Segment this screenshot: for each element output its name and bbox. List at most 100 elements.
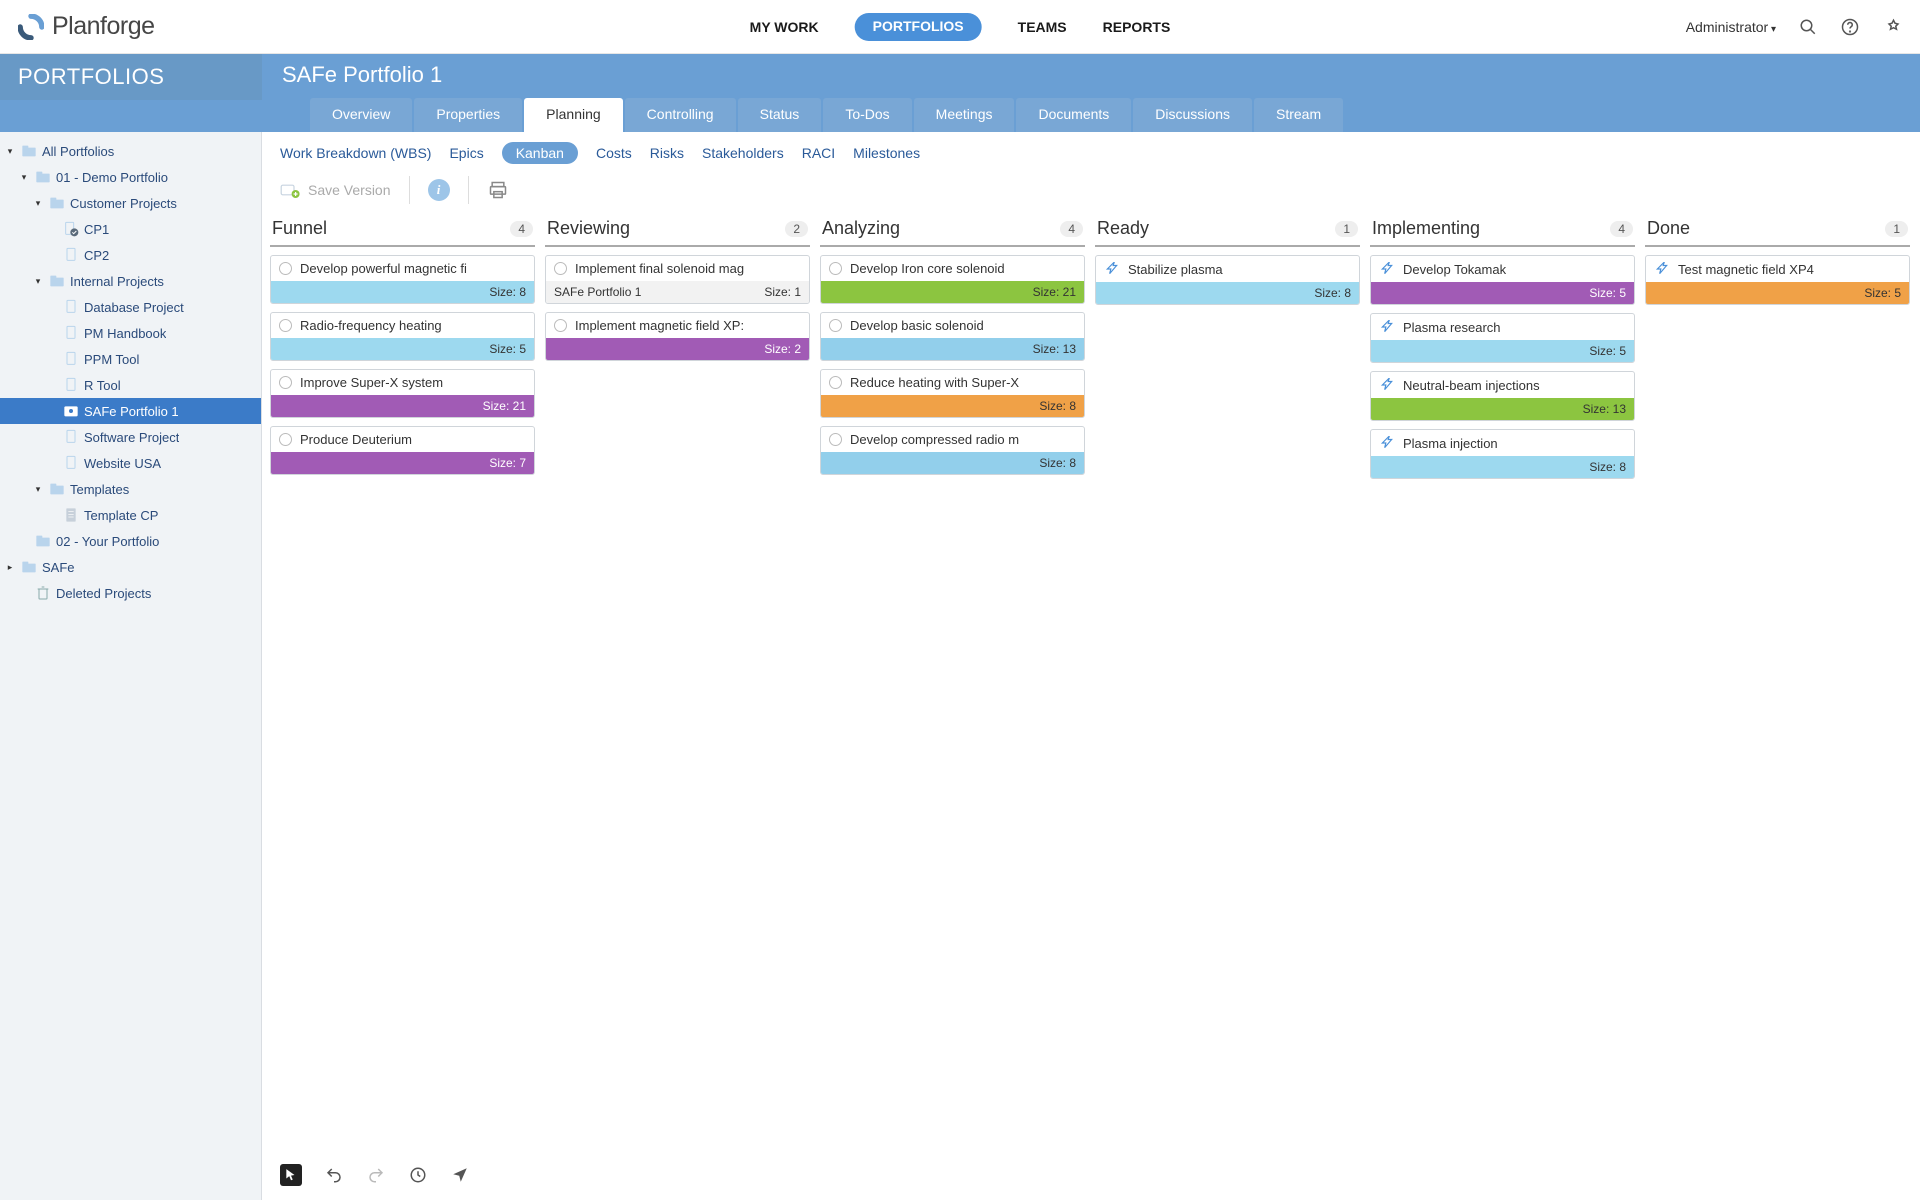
tree-item-database-project[interactable]: Database Project: [0, 294, 261, 320]
innertab-costs[interactable]: Costs: [596, 142, 632, 164]
innertab-work-breakdown-wbs-[interactable]: Work Breakdown (WBS): [280, 142, 431, 164]
card-footer: Size: 8: [1096, 282, 1359, 304]
tree-item-pm-handbook[interactable]: PM Handbook: [0, 320, 261, 346]
user-menu[interactable]: Administrator: [1686, 19, 1776, 35]
subtab-meetings[interactable]: Meetings: [914, 98, 1015, 132]
tree-item-all-portfolios[interactable]: ▾All Portfolios: [0, 138, 261, 164]
nav-teams[interactable]: TEAMS: [1018, 13, 1067, 41]
save-version-button[interactable]: Save Version: [280, 182, 391, 198]
epic-icon: [1379, 435, 1395, 451]
tree-item-template-cp[interactable]: Template CP: [0, 502, 261, 528]
subtab-status[interactable]: Status: [738, 98, 822, 132]
cursor-icon[interactable]: [280, 1164, 302, 1186]
tree-item-deleted-projects[interactable]: Deleted Projects: [0, 580, 261, 606]
innertab-stakeholders[interactable]: Stakeholders: [702, 142, 784, 164]
tree-toggle-icon[interactable]: ▾: [4, 146, 16, 157]
column-header: Analyzing4: [820, 214, 1085, 247]
tree-item-02-your-portfolio[interactable]: 02 - Your Portfolio: [0, 528, 261, 554]
refresh-icon[interactable]: [408, 1165, 428, 1185]
kanban-card[interactable]: Stabilize plasmaSize: 8: [1095, 255, 1360, 305]
separator: [409, 176, 410, 204]
card-footer: Size: 13: [1371, 398, 1634, 420]
innertab-epics[interactable]: Epics: [449, 142, 483, 164]
nav-portfolios[interactable]: PORTFOLIOS: [855, 13, 982, 41]
kanban-card[interactable]: Develop powerful magnetic fiSize: 8: [270, 255, 535, 304]
tree-toggle-icon[interactable]: ▸: [4, 562, 16, 573]
tree-item-website-usa[interactable]: Website USA: [0, 450, 261, 476]
innertab-kanban[interactable]: Kanban: [502, 142, 578, 164]
tree-item-ppm-tool[interactable]: PPM Tool: [0, 346, 261, 372]
kanban-card[interactable]: Plasma injectionSize: 8: [1370, 429, 1635, 479]
tree-item-cp1[interactable]: CP1: [0, 216, 261, 242]
send-icon[interactable]: [450, 1165, 470, 1185]
subtab-properties[interactable]: Properties: [414, 98, 522, 132]
tree-toggle-icon[interactable]: ▾: [32, 198, 44, 209]
tree-item-01-demo-portfolio[interactable]: ▾01 - Demo Portfolio: [0, 164, 261, 190]
status-dot-icon: [279, 262, 292, 275]
subtab-discussions[interactable]: Discussions: [1133, 98, 1252, 132]
subtab-stream[interactable]: Stream: [1254, 98, 1343, 132]
tree-label: PM Handbook: [84, 326, 166, 341]
card-title: Develop Iron core solenoid: [850, 261, 1005, 276]
card-footer: Size: 2: [546, 338, 809, 360]
column-header: Done1: [1645, 214, 1910, 247]
search-icon[interactable]: [1798, 17, 1818, 37]
tree-item-customer-projects[interactable]: ▾Customer Projects: [0, 190, 261, 216]
tree-doc-icon: [62, 377, 80, 393]
epic-icon: [1379, 319, 1395, 335]
innertab-raci[interactable]: RACI: [802, 142, 835, 164]
tree-item-safe-portfolio-1[interactable]: SAFe Portfolio 1: [0, 398, 261, 424]
kanban-card[interactable]: Radio-frequency heatingSize: 5: [270, 312, 535, 361]
subtab-to-dos[interactable]: To-Dos: [823, 98, 911, 132]
tree-folder-icon: [20, 143, 38, 159]
tree-item-templates[interactable]: ▾Templates: [0, 476, 261, 502]
nav-reports[interactable]: REPORTS: [1103, 13, 1171, 41]
tree-toggle-icon[interactable]: ▾: [32, 484, 44, 495]
tree-item-internal-projects[interactable]: ▾Internal Projects: [0, 268, 261, 294]
card-size: Size: 8: [489, 285, 526, 299]
kanban-card[interactable]: Develop basic solenoidSize: 13: [820, 312, 1085, 361]
kanban-card[interactable]: Produce DeuteriumSize: 7: [270, 426, 535, 475]
tree-doc-icon: [62, 351, 80, 367]
tree-item-r-tool[interactable]: R Tool: [0, 372, 261, 398]
kanban-card[interactable]: Develop compressed radio mSize: 8: [820, 426, 1085, 475]
kanban-card[interactable]: Develop TokamakSize: 5: [1370, 255, 1635, 305]
kanban-card[interactable]: Develop Iron core solenoidSize: 21: [820, 255, 1085, 304]
kanban-card[interactable]: Improve Super-X systemSize: 21: [270, 369, 535, 418]
settings-icon[interactable]: [1882, 17, 1902, 37]
sub-header: PORTFOLIOS SAFe Portfolio 1 OverviewProp…: [0, 54, 1920, 132]
tree-doc-icon: [62, 299, 80, 315]
status-dot-icon: [829, 433, 842, 446]
subtab-overview[interactable]: Overview: [310, 98, 412, 132]
tree-item-cp2[interactable]: CP2: [0, 242, 261, 268]
kanban-card[interactable]: Implement magnetic field XP:Size: 2: [545, 312, 810, 361]
kanban-card[interactable]: Plasma researchSize: 5: [1370, 313, 1635, 363]
section-title: PORTFOLIOS: [0, 54, 262, 100]
tree-toggle-icon[interactable]: ▾: [32, 276, 44, 287]
redo-icon[interactable]: [366, 1165, 386, 1185]
print-icon[interactable]: [487, 180, 509, 200]
column-analyzing: Analyzing4Develop Iron core solenoidSize…: [820, 214, 1085, 483]
card-footer: Size: 7: [271, 452, 534, 474]
tree-item-safe[interactable]: ▸SAFe: [0, 554, 261, 580]
kanban-card[interactable]: Test magnetic field XP4Size: 5: [1645, 255, 1910, 305]
card-footer: Size: 5: [271, 338, 534, 360]
subtab-documents[interactable]: Documents: [1016, 98, 1131, 132]
kanban-card[interactable]: Reduce heating with Super-XSize: 8: [820, 369, 1085, 418]
logo[interactable]: Planforge: [18, 12, 155, 41]
tree-item-software-project[interactable]: Software Project: [0, 424, 261, 450]
subtab-controlling[interactable]: Controlling: [625, 98, 736, 132]
innertab-milestones[interactable]: Milestones: [853, 142, 920, 164]
kanban-card[interactable]: Neutral-beam injectionsSize: 13: [1370, 371, 1635, 421]
undo-icon[interactable]: [324, 1165, 344, 1185]
subtab-planning[interactable]: Planning: [524, 98, 623, 132]
card-title: Plasma injection: [1403, 436, 1498, 451]
nav-mywork[interactable]: MY WORK: [750, 13, 819, 41]
kanban-card[interactable]: Implement final solenoid magSAFe Portfol…: [545, 255, 810, 304]
tree-folder-icon: [20, 559, 38, 575]
help-icon[interactable]: [1840, 17, 1860, 37]
card-footer: Size: 13: [821, 338, 1084, 360]
info-icon[interactable]: i: [428, 179, 450, 201]
innertab-risks[interactable]: Risks: [650, 142, 684, 164]
tree-toggle-icon[interactable]: ▾: [18, 172, 30, 183]
